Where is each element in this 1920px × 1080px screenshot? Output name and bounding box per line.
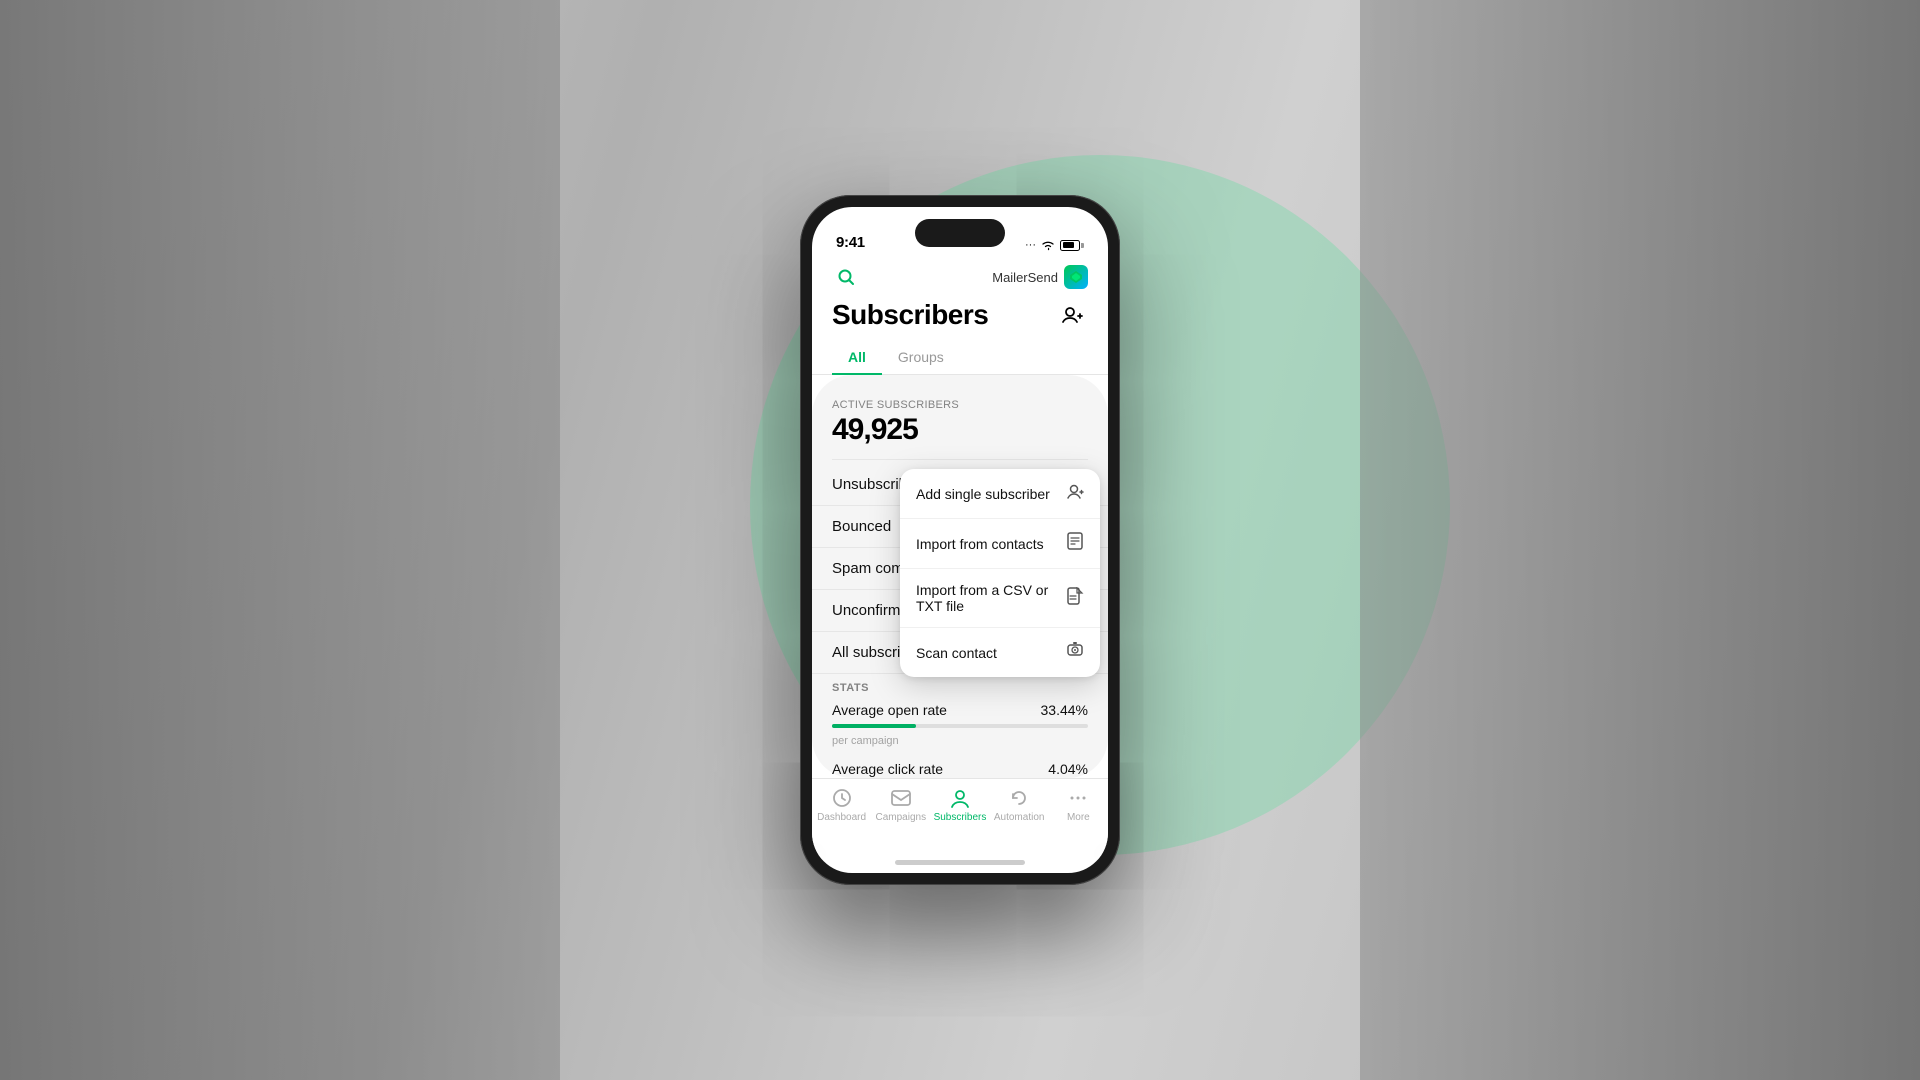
add-single-subscriber-item[interactable]: Add single subscriber [900,469,1100,519]
import-csv-icon [1066,587,1084,610]
nav-dashboard-label: Dashboard [817,812,866,823]
brand-logo [1064,265,1088,289]
dynamic-island [915,219,1005,247]
nav-dashboard[interactable]: Dashboard [814,787,869,823]
import-csv-label: Import from a CSV or TXT file [916,582,1066,614]
scroll-content: Active subscribers 49,925 Unsubscribed ›… [812,375,1108,778]
status-icons: ··· [1025,239,1084,251]
app-header: MailerSend [812,259,1108,291]
brand-header: MailerSend [992,265,1088,289]
nav-campaigns[interactable]: Campaigns [873,787,928,823]
dots-icon: ··· [1025,239,1036,251]
add-single-label: Add single subscriber [916,486,1050,502]
import-contacts-label: Import from contacts [916,536,1044,552]
scan-contact-item[interactable]: Scan contact [900,628,1100,677]
dashboard-icon [831,787,853,809]
bottom-navigation: Dashboard Campaigns Subscribers [812,778,1108,860]
nav-campaigns-label: Campaigns [875,812,926,823]
import-contacts-icon [1066,532,1084,555]
campaigns-icon [890,787,912,809]
add-subscriber-button[interactable] [1056,299,1088,331]
tab-all[interactable]: All [832,343,882,375]
add-subscriber-dropdown: Add single subscriber Import from contac… [900,469,1100,677]
add-single-icon [1066,482,1084,505]
tabs-row: All Groups [812,343,1108,375]
home-indicator [895,860,1025,865]
phone-screen: 9:41 ··· [812,207,1108,873]
person-left-silhouette [0,0,560,1080]
import-csv-item[interactable]: Import from a CSV or TXT file [900,569,1100,628]
nav-subscribers-label: Subscribers [934,812,987,823]
scan-contact-label: Scan contact [916,645,997,661]
battery-icon [1060,240,1084,251]
tab-groups[interactable]: Groups [882,343,960,375]
import-from-contacts-item[interactable]: Import from contacts [900,519,1100,569]
status-time: 9:41 [836,234,865,251]
phone-frame: 9:41 ··· [800,195,1120,885]
page-title-row: Subscribers [812,291,1108,343]
nav-subscribers[interactable]: Subscribers [932,787,987,823]
phone-center-container: 9:41 ··· [800,195,1120,885]
nav-more-label: More [1067,812,1090,823]
page-title: Subscribers [832,299,988,331]
scan-contact-icon [1066,641,1084,664]
nav-more[interactable]: More [1051,787,1106,823]
wifi-icon [1041,240,1055,251]
brand-name: MailerSend [992,270,1058,285]
person-right-silhouette [1360,0,1920,1080]
nav-automation[interactable]: Automation [992,787,1047,823]
nav-automation-label: Automation [994,812,1045,823]
subscribers-icon [949,787,971,809]
more-icon [1067,787,1089,809]
automation-icon [1008,787,1030,809]
search-button[interactable] [832,263,860,291]
